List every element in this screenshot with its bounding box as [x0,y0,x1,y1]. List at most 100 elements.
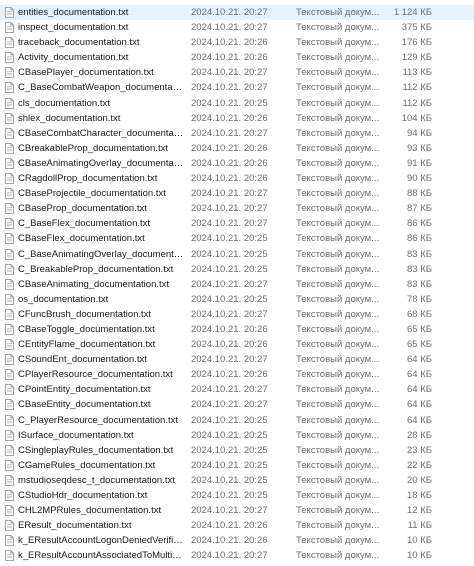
file-name: entities_documentation.txt [18,7,129,18]
file-row[interactable]: shlex_documentation.txt 2024.10.21. 20:2… [0,111,474,126]
file-row[interactable]: CBasePlayer_documentation.txt 2024.10.21… [0,65,474,80]
text-document-icon [5,369,14,381]
file-row[interactable]: entities_documentation.txt 2024.10.21. 2… [0,5,474,21]
file-size: 22 КБ [407,459,432,471]
file-row[interactable]: CEntityFlame_documentation.txt 2024.10.2… [0,337,474,352]
file-name: ISurface_documentation.txt [18,429,134,441]
text-document-icon [5,37,14,49]
file-row[interactable]: C_BaseFlex_documentation.txt 2024.10.21.… [0,216,474,231]
file-date-modified: 2024.10.21. 20:25 [191,97,268,109]
file-name: CGameRules_documentation.txt [18,459,156,471]
file-size: 87 КБ [407,203,432,215]
file-size: 10 КБ [407,535,432,547]
file-row[interactable]: CBaseAnimatingOverlay_documentation... 2… [0,156,474,171]
file-row[interactable]: CBaseFlex_documentation.txt 2024.10.21. … [0,231,474,246]
file-row[interactable]: CGameRules_documentation.txt 2024.10.21.… [0,458,474,473]
file-name: inspect_documentation.txt [18,22,129,34]
file-row[interactable]: cls_documentation.txt 2024.10.21. 20:25 … [0,96,474,111]
file-type: Текстовый докум... [296,429,380,441]
file-row[interactable]: mstudioseqdesc_t_documentation.txt 2024.… [0,473,474,488]
file-size: 83 КБ [407,278,432,290]
file-row[interactable]: CBaseCombatCharacter_documentation.... 2… [0,126,474,141]
file-row[interactable]: CBaseToggle_documentation.txt 2024.10.21… [0,322,474,337]
file-size: 10 КБ [407,550,432,562]
file-row[interactable]: Activity_documentation.txt 2024.10.21. 2… [0,50,474,65]
text-document-icon [5,293,14,305]
file-size: 20 КБ [407,474,432,486]
file-size: 65 КБ [407,339,432,351]
file-name: CBaseAnimatingOverlay_documentation... [18,157,184,169]
file-type: Текстовый докум... [296,308,380,320]
text-document-icon [5,263,14,275]
file-row[interactable]: C_BreakableProp_documentation.txt 2024.1… [0,262,474,277]
file-type: Текстовый докум... [296,369,380,381]
file-row[interactable]: CPointEntity_documentation.txt 2024.10.2… [0,382,474,397]
text-document-icon [5,22,14,33]
file-row[interactable]: CBaseProjectile_documentation.txt 2024.1… [0,186,474,201]
file-type: Текстовый докум... [296,248,380,260]
file-row[interactable]: CStudioHdr_documentation.txt 2024.10.21.… [0,488,474,503]
file-name: CPointEntity_documentation.txt [18,384,151,396]
file-row[interactable]: os_documentation.txt 2024.10.21. 20:25 Т… [0,292,474,307]
file-row[interactable]: C_BaseCombatWeapon_documentation.... 202… [0,80,474,95]
file-size: 23 КБ [407,444,432,456]
file-name: CStudioHdr_documentation.txt [18,490,148,501]
file-date-modified: 2024.10.21. 20:25 [191,459,268,471]
file-row[interactable]: CPlayerResource_documentation.txt 2024.1… [0,367,474,382]
file-size: 83 КБ [407,263,432,275]
file-name: k_EResultAccountLogonDeniedVerifiedE... [18,535,184,547]
file-row[interactable]: CBreakableProp_documentation.txt 2024.10… [0,141,474,156]
file-size: 68 КБ [407,308,432,320]
file-name: CPlayerResource_documentation.txt [18,369,173,381]
file-size: 176 КБ [401,37,432,49]
text-document-icon [5,505,14,516]
file-type: Текстовый докум... [296,203,380,215]
file-row[interactable]: CSingleplayRules_documentation.txt 2024.… [0,443,474,458]
file-row[interactable]: CFuncBrush_documentation.txt 2024.10.21.… [0,307,474,322]
file-date-modified: 2024.10.21. 20:25 [191,233,268,245]
text-document-icon [5,173,14,184]
file-type: Текстовый докум... [296,82,380,94]
file-date-modified: 2024.10.21. 20:26 [191,157,268,169]
text-document-icon [5,127,14,139]
file-row[interactable]: CBaseEntity_documentation.txt 2024.10.21… [0,397,474,412]
text-document-icon [5,188,14,200]
file-row[interactable]: k_EResultAccountLogonDeniedVerifiedE... … [0,533,474,548]
file-row[interactable]: CBaseProp_documentation.txt 2024.10.21. … [0,201,474,216]
file-row[interactable]: C_BaseAnimatingOverlay_documentatio... 2… [0,247,474,262]
file-row[interactable]: C_PlayerResource_documentation.txt 2024.… [0,413,474,428]
file-date-modified: 2024.10.21. 20:26 [191,52,268,64]
text-document-icon [5,233,14,245]
file-size: 64 КБ [407,384,432,396]
file-type: Текстовый докум... [296,505,380,517]
file-row[interactable]: ISurface_documentation.txt 2024.10.21. 2… [0,428,474,443]
file-row[interactable]: traceback_documentation.txt 2024.10.21. … [0,35,474,50]
file-type: Текстовый докум... [296,218,380,230]
file-size: 1 124 КБ [393,7,432,18]
file-type: Текстовый докум... [296,535,380,547]
file-row[interactable]: EResult_documentation.txt 2024.10.21. 20… [0,518,474,533]
file-row[interactable]: CRagdollProp_documentation.txt 2024.10.2… [0,171,474,186]
file-row[interactable]: CHL2MPRules_documentation.txt 2024.10.21… [0,503,474,518]
file-row[interactable]: CSoundEnt_documentation.txt 2024.10.21. … [0,352,474,367]
file-type: Текстовый докум... [296,173,380,185]
file-row[interactable]: CBaseAnimating_documentation.txt 2024.10… [0,277,474,292]
file-size: 64 КБ [407,354,432,366]
file-row[interactable]: k_EResultAccountAssociatedToMultipleP...… [0,548,474,563]
file-row[interactable]: inspect_documentation.txt 2024.10.21. 20… [0,20,474,35]
file-type: Текстовый докум... [296,263,380,275]
file-type: Текстовый докум... [296,278,380,290]
file-type: Текстовый докум... [296,384,380,396]
file-size: 12 КБ [407,505,432,517]
file-type: Текстовый докум... [296,233,380,245]
file-size: 78 КБ [407,293,432,305]
file-name: os_documentation.txt [18,293,109,305]
file-date-modified: 2024.10.21. 20:26 [191,112,268,124]
file-name: C_BaseFlex_documentation.txt [18,218,151,230]
file-size: 104 КБ [401,112,432,124]
file-date-modified: 2024.10.21. 20:27 [191,278,268,290]
file-date-modified: 2024.10.21. 20:25 [191,474,268,486]
file-date-modified: 2024.10.21. 20:26 [191,339,268,351]
text-document-icon [5,475,14,486]
file-type: Текстовый докум... [296,22,380,34]
